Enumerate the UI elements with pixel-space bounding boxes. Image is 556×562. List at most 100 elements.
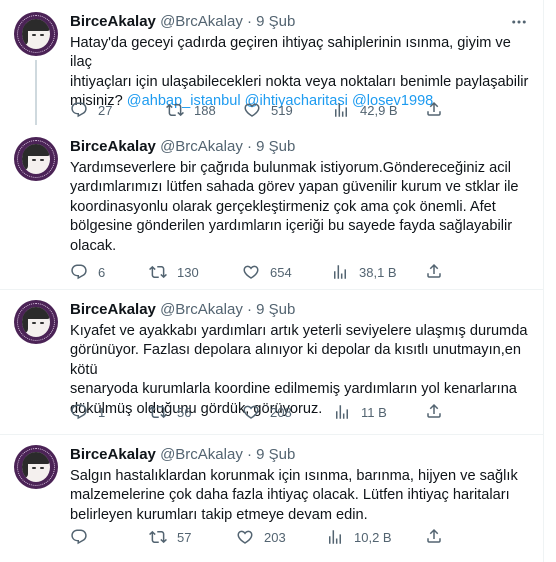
views-count: 11 B <box>361 404 387 420</box>
user-handle[interactable]: @BrcAkalay <box>160 446 243 463</box>
retweet-button[interactable]: 56 <box>149 402 191 422</box>
reply-count: 6 <box>98 264 106 280</box>
share-upload-icon <box>427 403 441 418</box>
views-button[interactable]: 10,2 B <box>326 527 392 547</box>
retweet-count: 130 <box>177 264 199 280</box>
tweet-text-line: Yardımseverlere bir çağrıda bulunmak ist… <box>70 160 511 176</box>
like-button[interactable]: 654 <box>242 262 292 282</box>
tweet-text-line: Kıyafet ve ayakkabı yardımları artık yet… <box>70 323 528 339</box>
tweet-actions: 6 130 654 38,1 B <box>70 262 532 282</box>
views-count: 38,1 B <box>359 264 397 280</box>
share-button[interactable] <box>425 402 443 422</box>
tweet-1[interactable]: BirceAkalay @BrcAkalay · 9 Şub Hatay'da … <box>0 0 543 125</box>
tweet-text-line: belirleyen kurumları takip etmeye devam … <box>70 506 368 523</box>
like-button[interactable]: 203 <box>236 527 286 547</box>
tweet-text: Yardımseverlere bir çağrıda bulunmak ist… <box>70 159 532 256</box>
heart-icon <box>243 405 259 419</box>
avatar[interactable] <box>14 445 58 489</box>
display-name[interactable]: BirceAkalay <box>70 301 156 318</box>
tweet-actions: 27 188 519 42,9 B <box>70 100 532 120</box>
display-name[interactable]: BirceAkalay <box>70 13 156 30</box>
reply-bubble-icon <box>71 404 87 420</box>
tweet-2[interactable]: BirceAkalay @BrcAkalay · 9 Şub Yardımsev… <box>0 125 543 290</box>
share-upload-icon <box>427 528 441 543</box>
reply-count: 27 <box>98 102 113 118</box>
share-button[interactable] <box>425 100 443 120</box>
tweet-text-line: Salgın hastalıklardan korunmak için ısın… <box>70 468 518 484</box>
tweet-text-line: görünüyor. Fazlası depolara alınıyor ki … <box>70 342 522 378</box>
retweet-icon <box>149 405 167 419</box>
tweet-header: BirceAkalay @BrcAkalay · 9 Şub <box>70 300 295 320</box>
share-button[interactable] <box>425 527 443 547</box>
timestamp[interactable]: 9 Şub <box>256 138 295 155</box>
like-count: 208 <box>270 404 292 420</box>
tweet-4[interactable]: BirceAkalay @BrcAkalay · 9 Şub Salgın ha… <box>0 435 543 562</box>
retweet-button[interactable]: 57 <box>149 527 191 547</box>
user-handle[interactable]: @BrcAkalay <box>160 138 243 155</box>
reply-bubble-icon <box>71 102 87 118</box>
tweet-header: BirceAkalay @BrcAkalay · 9 Şub <box>70 12 295 32</box>
tweet-actions: 1 56 208 11 B <box>70 402 532 422</box>
retweet-icon <box>149 530 167 544</box>
views-button[interactable]: 38,1 B <box>331 262 397 282</box>
tweet-text-line: senaryoda kurumlarla koordine edilmemiş … <box>70 381 517 398</box>
tweet-text-line: Hatay'da geceyi çadırda geçiren ihtiyaç … <box>70 35 511 71</box>
tweet-text: Salgın hastalıklardan korunmak için ısın… <box>70 467 532 525</box>
tweet-text-line: koordinasyonlu olarak gerçekleştirmeniz … <box>70 198 496 215</box>
reply-button[interactable] <box>70 527 98 547</box>
share-upload-icon <box>427 101 441 116</box>
tweet-text-line: yardımlarımızı lütfen sahada görev yapan… <box>70 179 519 196</box>
timestamp[interactable]: 9 Şub <box>256 446 295 463</box>
display-name[interactable]: BirceAkalay <box>70 138 156 155</box>
more-options-button[interactable] <box>506 10 532 34</box>
reply-bubble-icon <box>71 264 87 280</box>
like-button[interactable]: 519 <box>243 100 293 120</box>
tweet-text-line: ihtiyaçları için ulaşabilecekleri nokta … <box>70 73 529 90</box>
reply-bubble-icon <box>71 529 87 545</box>
reply-button[interactable]: 1 <box>70 402 105 422</box>
tweet-actions: 57 203 10,2 B <box>70 527 532 547</box>
retweet-button[interactable]: 188 <box>166 100 216 120</box>
like-count: 519 <box>271 102 293 118</box>
avatar[interactable] <box>14 300 58 344</box>
display-name[interactable]: BirceAkalay <box>70 446 156 463</box>
tweet-text-line: olacak. <box>70 237 117 254</box>
user-handle[interactable]: @BrcAkalay <box>160 301 243 318</box>
tweet-header: BirceAkalay @BrcAkalay · 9 Şub <box>70 137 295 157</box>
views-button[interactable]: 11 B <box>333 402 387 422</box>
heart-icon <box>237 530 253 544</box>
share-upload-icon <box>427 263 441 278</box>
separator-dot: · <box>247 138 252 155</box>
separator-dot: · <box>247 301 252 318</box>
bar-chart-icon <box>329 530 341 544</box>
share-button[interactable] <box>425 262 443 282</box>
like-count: 203 <box>264 529 286 545</box>
views-count: 42,9 B <box>360 102 398 118</box>
views-button[interactable]: 42,9 B <box>332 100 398 120</box>
retweet-button[interactable]: 130 <box>149 262 199 282</box>
separator-dot: · <box>247 446 252 463</box>
reply-count: 1 <box>98 404 106 420</box>
bar-chart-icon <box>336 405 348 419</box>
timestamp[interactable]: 9 Şub <box>256 301 295 318</box>
reply-button[interactable]: 27 <box>70 100 112 120</box>
avatar[interactable] <box>14 12 58 56</box>
reply-button[interactable]: 6 <box>70 262 105 282</box>
timestamp[interactable]: 9 Şub <box>256 13 295 30</box>
tweet-header: BirceAkalay @BrcAkalay · 9 Şub <box>70 445 295 465</box>
tweet-text-line: bölgesine gönderilen yardımların içeriği… <box>70 218 513 235</box>
like-count: 654 <box>270 264 292 280</box>
user-handle[interactable]: @BrcAkalay <box>160 13 243 30</box>
separator-dot: · <box>247 13 252 30</box>
more-horizontal-icon <box>512 20 526 24</box>
retweet-count: 188 <box>194 102 216 118</box>
tweet-thread: BirceAkalay @BrcAkalay · 9 Şub Hatay'da … <box>0 0 544 562</box>
bar-chart-icon <box>335 103 347 117</box>
retweet-icon <box>149 265 167 279</box>
heart-icon <box>244 103 260 117</box>
like-button[interactable]: 208 <box>242 402 292 422</box>
thread-connector <box>35 60 37 125</box>
tweet-3[interactable]: BirceAkalay @BrcAkalay · 9 Şub Kıyafet v… <box>0 290 543 435</box>
avatar[interactable] <box>14 137 58 181</box>
tweet-text-line: malzemelerine çok daha fazla ihtiyaç ola… <box>70 487 510 504</box>
